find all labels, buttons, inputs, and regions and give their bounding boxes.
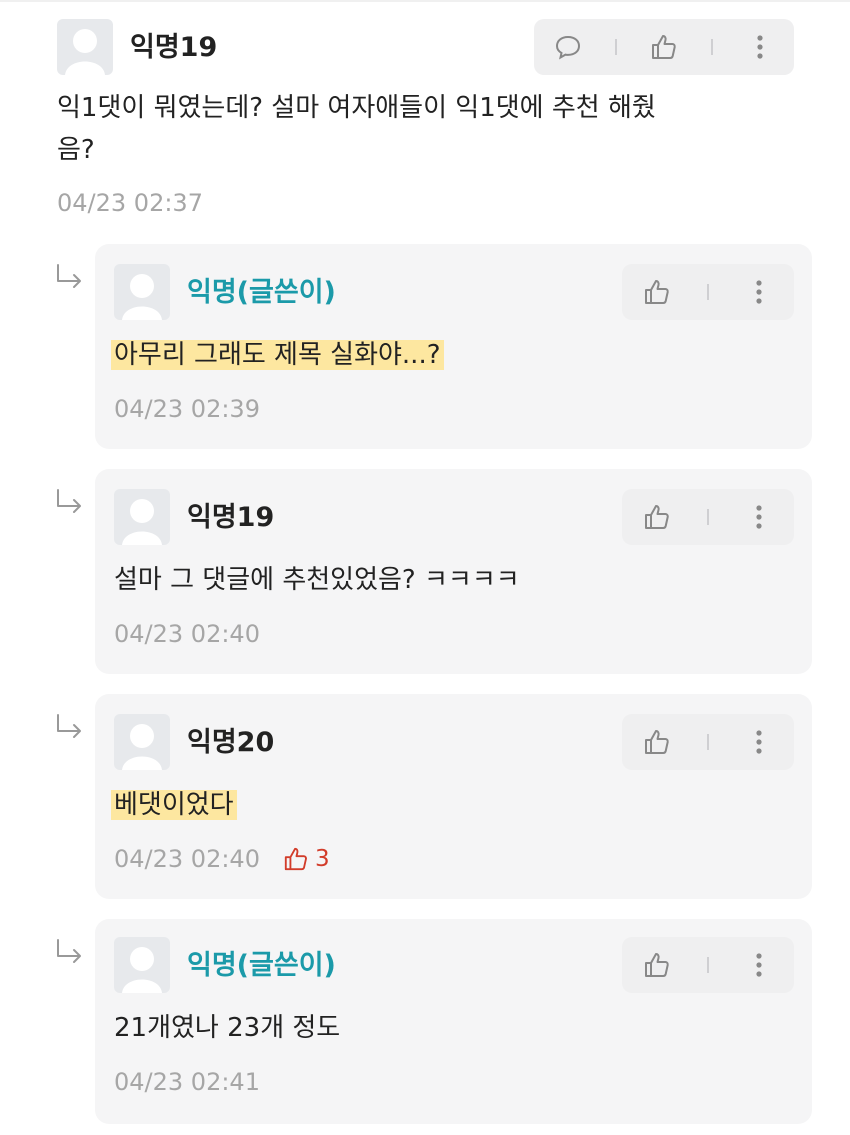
thumbs-up-icon [651,35,676,59]
reply-author: 익명(글쓴이) [187,277,336,308]
reply-text: 아무리 그래도 제목 실화야...? [111,335,444,375]
thumbs-up-icon [645,505,669,529]
reply-actions [622,714,794,770]
more-button[interactable] [739,945,779,985]
default-avatar-icon [122,947,162,993]
reply-timestamp: 04/23 02:41 [114,1068,260,1096]
comment-text-continued: 음? [57,135,95,165]
reply-actions [622,489,794,545]
like-button[interactable] [644,27,684,67]
reply-arrow-icon [57,939,81,963]
reply-actions [622,937,794,993]
reply-button[interactable] [548,27,588,67]
more-vertical-icon [757,35,763,59]
more-vertical-icon [756,505,762,529]
action-separator [707,734,709,750]
text-highlight: 베댓이었다 [111,790,237,820]
reply-author: 익명20 [187,727,275,758]
like-button[interactable] [637,722,677,762]
reply-text: 베댓이었다 [111,785,237,825]
reply-text: 설마 그 댓글에 추천있었음? ㅋㅋㅋㅋ [114,565,520,595]
reply-arrow-icon [57,264,81,288]
top-divider [0,0,850,2]
like-button[interactable] [637,272,677,312]
reply-timestamp: 04/23 02:40 [114,620,260,648]
thumbs-up-icon [645,730,669,754]
avatar[interactable] [114,264,170,320]
reply-arrow-icon [57,714,81,738]
avatar[interactable] [114,714,170,770]
like-button[interactable] [637,497,677,537]
default-avatar-icon [65,29,105,75]
default-avatar-icon [122,274,162,320]
reply-text: 21개였나 23개 정도 [114,1013,341,1043]
action-separator [614,39,617,55]
like-button[interactable] [637,945,677,985]
comment-author: 익명19 [130,32,218,63]
speech-bubble-icon [555,35,580,60]
action-separator [707,957,709,973]
reply-actions [622,264,794,320]
default-avatar-icon [122,499,162,545]
more-vertical-icon [756,953,762,977]
comment-actions [534,19,794,75]
thumbs-up-icon [284,847,307,871]
default-avatar-icon [122,724,162,770]
more-button[interactable] [740,27,780,67]
avatar[interactable] [57,19,113,75]
reply-author: 익명(글쓴이) [187,950,336,981]
reply-timestamp: 04/23 02:40 [114,845,260,873]
action-separator [711,39,714,55]
reply-card: 익명20 베댓이었다 04/23 02:40 3 [95,694,812,899]
more-button[interactable] [739,497,779,537]
reply-card: 익명19 설마 그 댓글에 추천있었음? ㅋㅋㅋㅋ 04/23 02:40 [95,469,812,674]
like-count-value: 3 [315,846,330,872]
thumbs-up-icon [645,280,669,304]
reply-card: 익명(글쓴이) 아무리 그래도 제목 실화야...? 04/23 02:39 [95,244,812,449]
more-button[interactable] [739,722,779,762]
action-separator [707,509,709,525]
comment-text: 익1댓이 뭐였는데? 설마 여자애들이 익1댓에 추천 해줬 [57,93,656,123]
thumbs-up-icon [645,953,669,977]
like-count: 3 [283,844,330,874]
reply-arrow-icon [57,489,81,513]
comment-timestamp: 04/23 02:37 [57,189,203,217]
more-vertical-icon [756,280,762,304]
action-separator [707,284,709,300]
more-vertical-icon [756,730,762,754]
avatar[interactable] [114,937,170,993]
reply-timestamp: 04/23 02:39 [114,395,260,423]
reply-author: 익명19 [187,502,275,533]
text-highlight: 아무리 그래도 제목 실화야...? [111,340,444,370]
more-button[interactable] [739,272,779,312]
avatar[interactable] [114,489,170,545]
reply-card: 익명(글쓴이) 21개였나 23개 정도 04/23 02:41 [95,919,812,1124]
